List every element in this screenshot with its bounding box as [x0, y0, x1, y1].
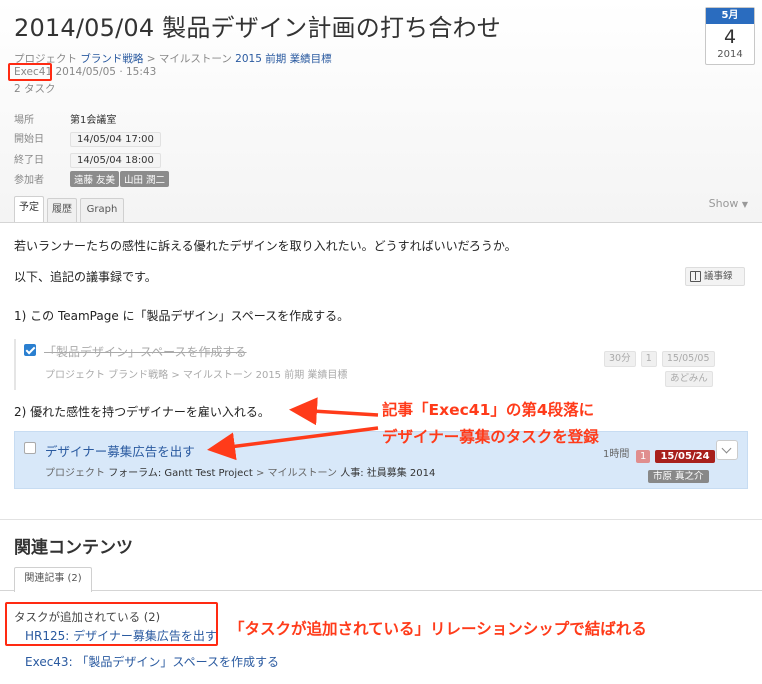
- related-item-link[interactable]: HR125: デザイナー募集広告を出す: [25, 627, 217, 644]
- arrow-to-paragraph-4: [289, 397, 379, 426]
- related-content-title: 関連コンテンツ: [14, 538, 133, 558]
- annotation-line-1: 記事「Exec41」の第4段落に: [382, 401, 595, 419]
- arrow-to-task: [207, 426, 379, 461]
- section-divider: [0, 519, 762, 520]
- tab-related-articles[interactable]: 関連記事 (2): [14, 567, 92, 592]
- relationship-group-label: タスクが追加されている (2): [14, 610, 161, 624]
- annotation-line-3: 「タスクが追加されている」リレーションシップで結ばれる: [229, 620, 647, 638]
- annotation-line-2: デザイナー募集のタスクを登録: [382, 428, 599, 446]
- related-item-link[interactable]: Exec43: 「製品デザイン」スペースを作成する: [25, 653, 279, 670]
- related-tab-bar: [0, 567, 762, 591]
